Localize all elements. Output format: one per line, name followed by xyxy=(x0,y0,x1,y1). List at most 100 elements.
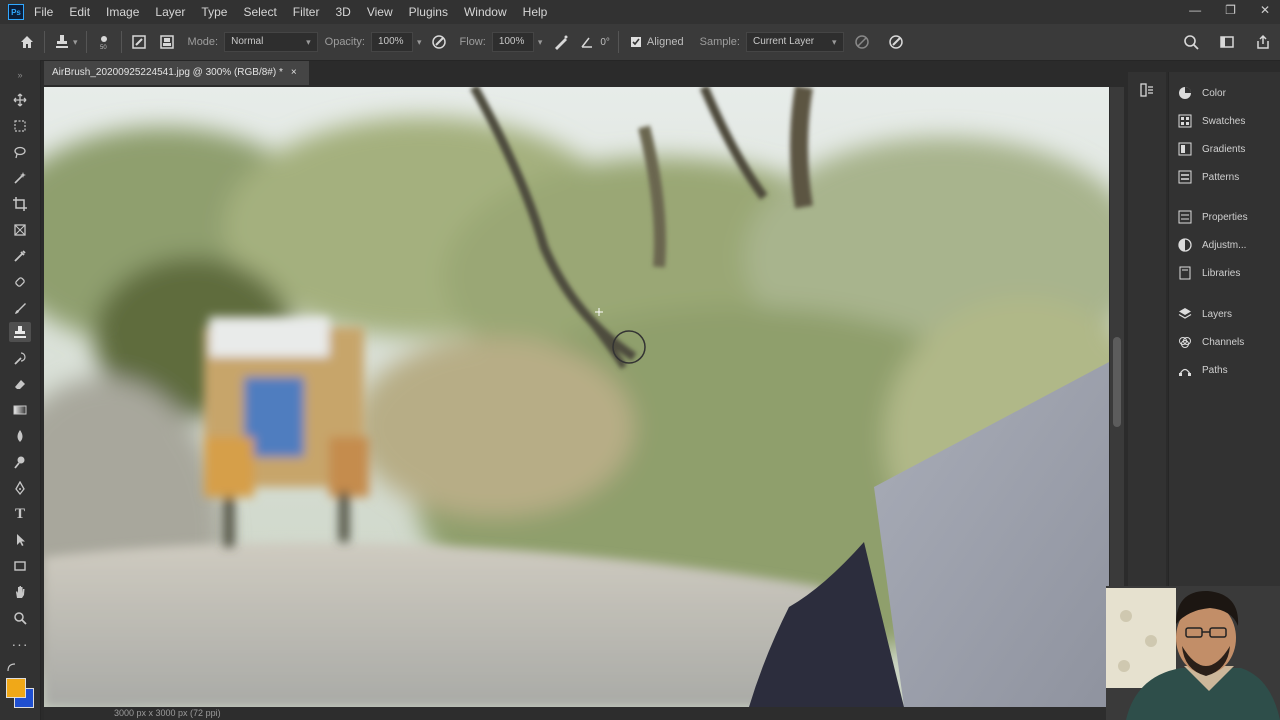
blur-tool-icon[interactable] xyxy=(9,426,31,446)
panel-channels[interactable]: Channels xyxy=(1177,331,1244,353)
menu-bar: Ps File Edit Image Layer Type Select Fil… xyxy=(0,0,1280,24)
toolbar-collapse-icon[interactable]: » xyxy=(9,65,31,85)
panel-adjustments[interactable]: Adjustm... xyxy=(1177,234,1246,256)
close-window-button[interactable]: ✕ xyxy=(1260,3,1270,17)
opacity-chevron-icon[interactable]: ▾ xyxy=(417,37,422,48)
clone-source-icon[interactable] xyxy=(158,33,176,51)
document-tab-title: AirBrush_20200925224541.jpg @ 300% (RGB/… xyxy=(52,67,283,78)
panel-paths[interactable]: Paths xyxy=(1177,359,1228,381)
photo xyxy=(44,87,1109,707)
minimize-button[interactable]: — xyxy=(1189,3,1201,17)
menu-items: File Edit Image Layer Type Select Filter… xyxy=(34,5,563,19)
close-tab-icon[interactable]: × xyxy=(291,61,297,85)
swap-colors-icon[interactable] xyxy=(7,660,17,672)
magic-wand-tool-icon[interactable] xyxy=(9,168,31,188)
foreground-color-swatch[interactable] xyxy=(6,678,26,698)
scrollbar-thumb[interactable] xyxy=(1113,337,1121,427)
menu-select[interactable]: Select xyxy=(243,5,276,19)
brush-preset-icon[interactable]: 50 xyxy=(95,33,113,51)
menu-edit[interactable]: Edit xyxy=(69,5,90,19)
brush-tool-icon[interactable] xyxy=(9,298,31,318)
frame-tool-icon[interactable] xyxy=(9,220,31,240)
separator xyxy=(44,31,45,53)
lasso-tool-icon[interactable] xyxy=(9,142,31,162)
history-panel-icon[interactable] xyxy=(1139,82,1155,103)
menu-file[interactable]: File xyxy=(34,5,53,19)
tool-preset-chevron-icon[interactable]: ▾ xyxy=(73,37,78,48)
clone-stamp-tool-icon[interactable] xyxy=(9,322,31,342)
menu-filter[interactable]: Filter xyxy=(293,5,320,19)
pen-tool-icon[interactable] xyxy=(9,478,31,498)
menu-layer[interactable]: Layer xyxy=(155,5,185,19)
path-selection-tool-icon[interactable] xyxy=(9,530,31,550)
rectangle-tool-icon[interactable] xyxy=(9,556,31,576)
webcam-overlay xyxy=(1106,586,1280,720)
menu-plugins[interactable]: Plugins xyxy=(409,5,448,19)
history-brush-tool-icon[interactable] xyxy=(9,348,31,368)
flow-label: Flow: xyxy=(459,36,486,48)
eraser-tool-icon[interactable] xyxy=(9,374,31,394)
panel-color[interactable]: Color xyxy=(1177,82,1226,104)
panel-label: Layers xyxy=(1202,308,1233,320)
crop-tool-icon[interactable] xyxy=(9,194,31,214)
angle-icon[interactable] xyxy=(578,33,596,51)
panel-swatches[interactable]: Swatches xyxy=(1177,110,1245,132)
dodge-tool-icon[interactable] xyxy=(9,452,31,472)
aligned-label[interactable]: Aligned xyxy=(647,36,684,48)
menu-window[interactable]: Window xyxy=(464,5,507,19)
move-tool-icon[interactable] xyxy=(9,90,31,110)
document-tab[interactable]: AirBrush_20200925224541.jpg @ 300% (RGB/… xyxy=(44,61,309,85)
menu-image[interactable]: Image xyxy=(106,5,139,19)
aligned-checkbox-icon[interactable] xyxy=(627,33,645,51)
healing-brush-tool-icon[interactable] xyxy=(9,272,31,292)
panel-label: Paths xyxy=(1202,364,1228,376)
canvas-image[interactable] xyxy=(44,87,1109,707)
flow-chevron-icon[interactable]: ▾ xyxy=(538,37,543,48)
clone-stamp-tool-icon[interactable] xyxy=(53,33,71,51)
panel-label: Gradients xyxy=(1202,143,1246,155)
document-tab-bar: AirBrush_20200925224541.jpg @ 300% (RGB/… xyxy=(44,61,1109,85)
panel-libraries[interactable]: Libraries xyxy=(1177,262,1240,284)
panel-patterns[interactable]: Patterns xyxy=(1177,166,1239,188)
swatches-icon xyxy=(1177,114,1193,128)
options-right xyxy=(1182,33,1272,51)
marquee-tool-icon[interactable] xyxy=(9,116,31,136)
sample-select[interactable]: Current Layer xyxy=(745,32,844,52)
hand-tool-icon[interactable] xyxy=(9,582,31,602)
panel-label: Properties xyxy=(1202,211,1248,223)
ignore-adjustment-layers-icon[interactable] xyxy=(853,33,871,51)
gradient-tool-icon[interactable] xyxy=(9,400,31,420)
tools-panel: » T ··· xyxy=(0,60,41,720)
panel-gradients[interactable]: Gradients xyxy=(1177,138,1245,160)
panel-layers[interactable]: Layers xyxy=(1177,303,1232,325)
panel-properties[interactable]: Properties xyxy=(1177,206,1248,228)
type-tool-icon[interactable]: T xyxy=(9,504,31,524)
adjustments-icon xyxy=(1177,238,1193,252)
pressure-opacity-icon[interactable] xyxy=(430,33,448,51)
libraries-icon xyxy=(1177,266,1193,280)
menu-view[interactable]: View xyxy=(367,5,393,19)
more-tools-icon[interactable]: ··· xyxy=(9,634,31,654)
home-icon[interactable] xyxy=(18,33,36,51)
brush-settings-icon[interactable] xyxy=(130,33,148,51)
mode-chevron-icon[interactable]: ▾ xyxy=(306,37,311,48)
search-icon[interactable] xyxy=(1182,33,1200,51)
sample-chevron-icon[interactable]: ▾ xyxy=(832,37,837,48)
eyedropper-tool-icon[interactable] xyxy=(9,246,31,266)
menu-3d[interactable]: 3D xyxy=(335,5,350,19)
workspace-icon[interactable] xyxy=(1218,33,1236,51)
mode-select[interactable]: Normal xyxy=(224,32,319,52)
airbrush-icon[interactable] xyxy=(552,33,570,51)
panel-label: Adjustm... xyxy=(1202,239,1247,251)
zoom-tool-icon[interactable] xyxy=(9,608,31,628)
menu-type[interactable]: Type xyxy=(201,5,227,19)
angle-value[interactable]: 0° xyxy=(600,37,610,48)
properties-icon xyxy=(1177,210,1193,224)
restore-button[interactable]: ❐ xyxy=(1225,3,1236,17)
share-icon[interactable] xyxy=(1254,33,1272,51)
menu-help[interactable]: Help xyxy=(523,5,548,19)
flow-input[interactable]: 100% xyxy=(491,32,534,52)
opacity-input[interactable]: 100% xyxy=(371,32,413,52)
pressure-size-icon[interactable] xyxy=(887,33,905,51)
patterns-icon xyxy=(1177,170,1193,184)
